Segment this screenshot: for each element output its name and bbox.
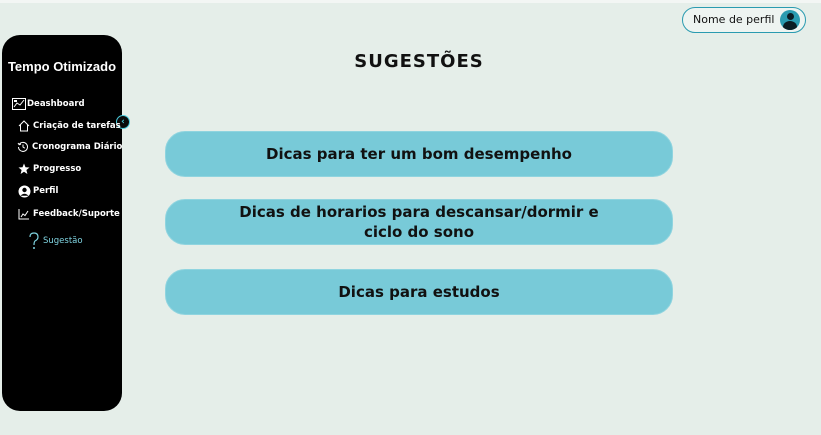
sidebar-item-dashboard[interactable]: Deashboard (12, 98, 85, 110)
sidebar-item-feedback-suporte[interactable]: Feedback/Suporte (18, 208, 120, 220)
sidebar-item-sugestao[interactable]: Sugestão (28, 232, 83, 250)
sidebar-item-perfil[interactable]: Perfil (18, 185, 59, 198)
history-clock-icon (17, 141, 29, 153)
feedback-icon (18, 208, 30, 220)
sidebar-item-label: Sugestão (43, 236, 83, 246)
sidebar-item-label: Perfil (33, 186, 59, 196)
sidebar-item-criacao-de-tarefas[interactable]: Criação de tarefas (18, 120, 121, 132)
suggestion-card-label: Dicas de horarios para descansar/dormir … (239, 203, 599, 241)
question-icon (28, 232, 40, 250)
suggestion-card-label: Dicas para ter um bom desempenho (266, 145, 572, 163)
sidebar-item-label: Cronograma Diário (32, 142, 123, 152)
star-icon (18, 163, 30, 175)
user-icon (18, 185, 31, 198)
suggestion-card-estudos[interactable]: Dicas para estudos (165, 269, 673, 315)
profile-button[interactable]: Nome de perfil (682, 7, 806, 33)
sidebar: Tempo Otimizado ‹ Deashboard Criação de … (2, 35, 130, 411)
sidebar-item-label: Feedback/Suporte (33, 209, 120, 219)
suggestion-card-label: Dicas para estudos (338, 283, 500, 301)
app-title: Tempo Otimizado (7, 59, 117, 74)
suggestion-card-desempenho[interactable]: Dicas para ter um bom desempenho (165, 131, 673, 177)
home-icon (18, 120, 30, 132)
page-title: SUGESTÕES (354, 51, 484, 72)
top-border (0, 0, 821, 3)
suggestion-card-descanso-sono[interactable]: Dicas de horarios para descansar/dormir … (165, 199, 673, 245)
dashboard-icon (12, 98, 26, 110)
sidebar-item-label: Criação de tarefas (33, 121, 121, 131)
sidebar-item-label: Progresso (33, 164, 82, 174)
sidebar-item-cronograma-diario[interactable]: Cronograma Diário (17, 141, 122, 153)
user-avatar-icon (780, 10, 800, 30)
sidebar-item-label: Deashboard (27, 99, 85, 109)
profile-name-label: Nome de perfil (693, 13, 775, 26)
sidebar-item-progresso[interactable]: Progresso (18, 163, 81, 175)
